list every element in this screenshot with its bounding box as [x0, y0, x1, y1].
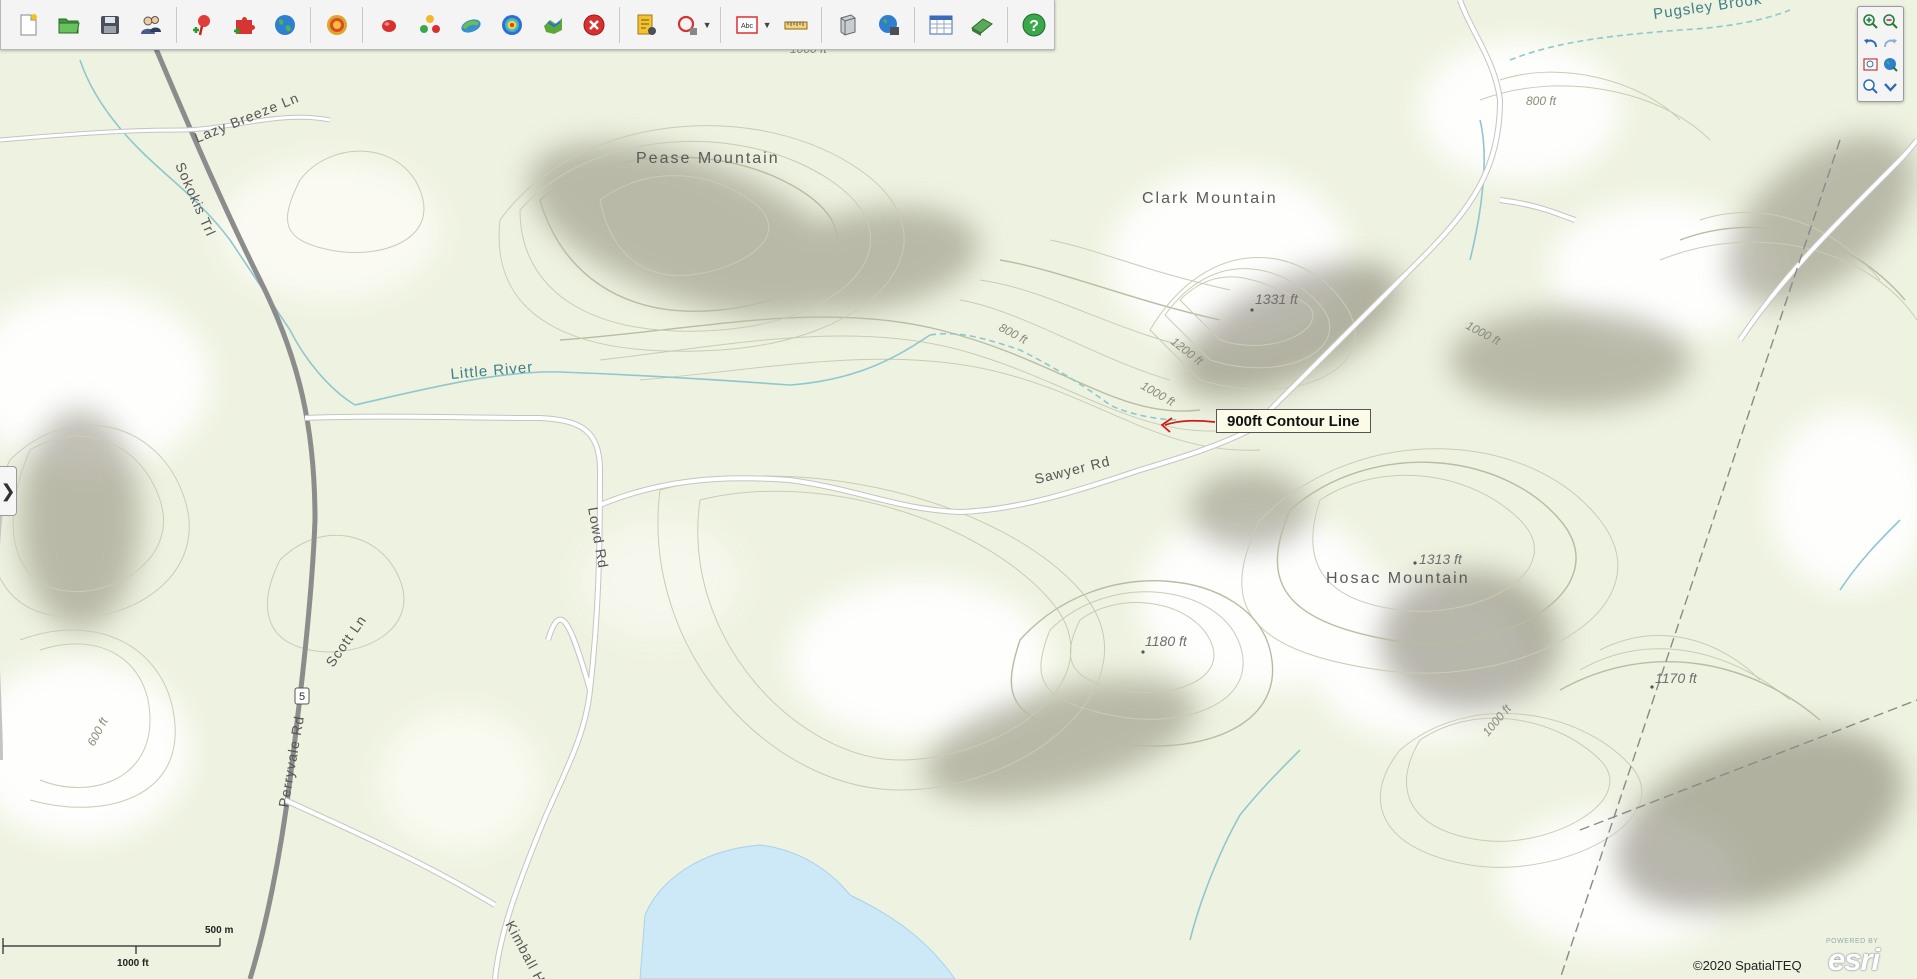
zoom-in-button[interactable] — [1861, 11, 1881, 33]
toolbar-separator — [821, 6, 823, 43]
lasso-select-icon — [677, 15, 697, 35]
print-icon — [840, 13, 856, 36]
map-label-e1331: 1331 ft — [1255, 291, 1299, 307]
globe-icon — [274, 14, 295, 35]
calculator-button[interactable] — [925, 9, 956, 41]
full-extent-icon — [1883, 58, 1898, 72]
scale-metric-label: 500 m — [205, 925, 234, 936]
map-label-e1313: 1313 ft — [1419, 551, 1463, 567]
lasso-select-dropdown[interactable]: ▼ — [703, 9, 712, 41]
puzzle-icon — [233, 16, 255, 34]
forward-icon — [1883, 38, 1897, 47]
delete-button[interactable] — [578, 9, 609, 41]
text-box-dropdown[interactable]: ▼ — [763, 9, 772, 41]
ruler-button[interactable] — [780, 9, 811, 41]
export-map-icon — [878, 14, 899, 35]
multi-point-button[interactable] — [414, 9, 445, 41]
report-icon — [637, 14, 656, 35]
toolbar-separator — [619, 6, 621, 43]
help-icon: ? — [1022, 13, 1046, 36]
back-button[interactable] — [1861, 33, 1881, 55]
help-button[interactable]: ? — [1018, 9, 1049, 41]
back-icon — [1864, 38, 1878, 47]
toolbar-separator — [914, 6, 916, 43]
eraser-button[interactable] — [966, 9, 997, 41]
export-map-button[interactable] — [873, 9, 904, 41]
collapse-button[interactable] — [1881, 76, 1901, 98]
route-shield: 5 — [294, 687, 310, 705]
zoom-box-icon — [1863, 58, 1878, 71]
toolbar-separator — [310, 6, 312, 43]
new-document-icon — [20, 13, 37, 35]
toolbar-separator — [176, 6, 178, 43]
multi-point-icon — [419, 14, 440, 33]
users-button[interactable] — [135, 9, 166, 41]
map-pieces-icon — [543, 17, 562, 34]
svg-text:?: ? — [1029, 18, 1039, 35]
open-button[interactable] — [53, 9, 84, 41]
globe-button[interactable] — [269, 9, 300, 41]
toolbar-separator — [362, 6, 364, 43]
open-folder-icon — [58, 18, 80, 33]
full-extent-button[interactable] — [1881, 54, 1901, 76]
side-panel-toggle[interactable]: ❯ — [0, 466, 17, 516]
print-button[interactable] — [832, 9, 863, 41]
map-label-e1170: 1170 ft — [1655, 670, 1698, 686]
delete-icon — [583, 14, 605, 35]
svg-text:Abc: Abc — [741, 23, 754, 30]
collapse-icon — [1883, 82, 1897, 92]
magnify-icon — [1863, 79, 1878, 94]
target-button[interactable] — [321, 9, 352, 41]
add-pin-button[interactable] — [187, 9, 218, 41]
eraser-icon — [970, 17, 993, 36]
add-pin-icon — [192, 14, 210, 35]
map-label-e1180: 1180 ft — [1145, 633, 1188, 649]
single-point-icon — [381, 19, 396, 32]
scale-bar: 500 m 1000 ft — [2, 918, 242, 969]
navigation-panel — [1857, 6, 1904, 102]
toolbar-separator — [1007, 6, 1009, 43]
text-box-button[interactable]: Abc — [731, 9, 762, 41]
forward-button[interactable] — [1881, 33, 1901, 55]
zoom-out-icon — [1883, 14, 1898, 29]
zoom-in-icon — [1863, 14, 1878, 29]
map-label-clark: Clark Mountain — [1142, 190, 1278, 207]
target-icon — [326, 14, 347, 35]
layer-icon — [460, 18, 481, 33]
map-label-c800a: 800 ft — [1526, 94, 1557, 108]
toolbar: ▼ Abc ▼ ? — [0, 0, 1055, 50]
map-label-hosac: Hosac Mountain — [1326, 570, 1470, 587]
puzzle-button[interactable] — [228, 9, 259, 41]
report-button[interactable] — [630, 9, 661, 41]
new-document-button[interactable] — [12, 9, 43, 41]
single-point-button[interactable] — [373, 9, 404, 41]
topographic-map[interactable]: 5 Pease Mountain Clark Mountain Hosac Mo… — [0, 0, 1917, 979]
contour-callout[interactable]: 900ft Contour Line — [1216, 409, 1371, 433]
users-icon — [140, 15, 161, 34]
save-button[interactable] — [94, 9, 125, 41]
map-label-pease: Pease Mountain — [636, 150, 780, 167]
esri-wordmark: esri — [1828, 942, 1880, 977]
magnify-button[interactable] — [1861, 76, 1881, 98]
lasso-select-button[interactable] — [671, 9, 702, 41]
heatmap-button[interactable] — [496, 9, 527, 41]
layer-button[interactable] — [455, 9, 486, 41]
ruler-icon — [784, 21, 808, 29]
text-box-icon: Abc — [735, 15, 758, 34]
save-icon — [100, 15, 119, 34]
zoom-out-button[interactable] — [1881, 11, 1901, 33]
map-pieces-button[interactable] — [537, 9, 568, 41]
zoom-box-button[interactable] — [1861, 54, 1881, 76]
toolbar-separator — [720, 6, 722, 43]
heatmap-icon — [501, 14, 522, 35]
scale-imperial-label: 1000 ft — [117, 958, 149, 969]
calculator-icon — [929, 15, 953, 34]
svg-text:5: 5 — [299, 691, 305, 703]
esri-logo: POWERED BY esri — [1826, 938, 1886, 977]
copyright-text: ©2020 SpatialTEQ — [1693, 958, 1802, 973]
